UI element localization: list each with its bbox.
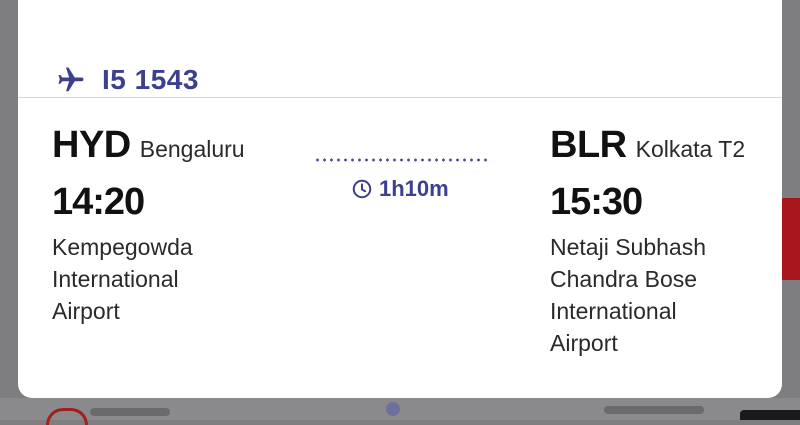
arrival-airport-line: Netaji Subhash — [550, 234, 706, 260]
departure-airport-line: Airport — [52, 298, 120, 324]
arrival-city: Kolkata T2 — [635, 136, 746, 162]
background-button — [740, 410, 800, 420]
flight-number: I5 1543 — [102, 64, 199, 95]
background-icon — [386, 402, 400, 416]
departure-airport-name: Kempegowda International Airport — [52, 231, 312, 327]
departure-city: Bengaluru — [139, 136, 245, 162]
arrival-code-row: BLR Kolkata T2 — [550, 124, 780, 167]
flight-header: I5 1543 — [54, 62, 199, 98]
departure-airport-code: HYD — [52, 124, 131, 166]
arrival-airport-line: International — [550, 298, 677, 324]
clock-icon — [352, 179, 372, 199]
departure-airport-line: International — [52, 266, 179, 292]
airplane-icon — [58, 67, 84, 92]
arrival-airport-line: Chandra Bose — [550, 266, 698, 292]
arrival-time: 15:30 — [550, 181, 643, 223]
arrival-airport-code: BLR — [550, 124, 627, 166]
arrival-airport-name: Netaji Subhash Chandra Bose Internationa… — [550, 231, 780, 359]
background-text-bar — [604, 406, 704, 414]
flight-duration: 1h10m — [351, 176, 449, 202]
route-dotted-line — [314, 158, 488, 162]
header-divider — [18, 97, 782, 98]
departure-code-row: HYD Bengaluru — [52, 124, 312, 167]
flight-details-sheet: I5 1543 HYD Bengaluru 14:20 Kempegowda I… — [18, 0, 782, 398]
arrival-info: BLR Kolkata T2 15:30 Netaji Subhash Chan… — [550, 124, 780, 359]
background-text-bar — [90, 408, 170, 416]
flight-duration-text: 1h10m — [379, 176, 449, 201]
departure-info: HYD Bengaluru 14:20 Kempegowda Internati… — [52, 124, 312, 327]
departure-time: 14:20 — [52, 181, 145, 223]
arrival-airport-line: Airport — [550, 330, 618, 356]
departure-airport-line: Kempegowda — [52, 234, 193, 260]
